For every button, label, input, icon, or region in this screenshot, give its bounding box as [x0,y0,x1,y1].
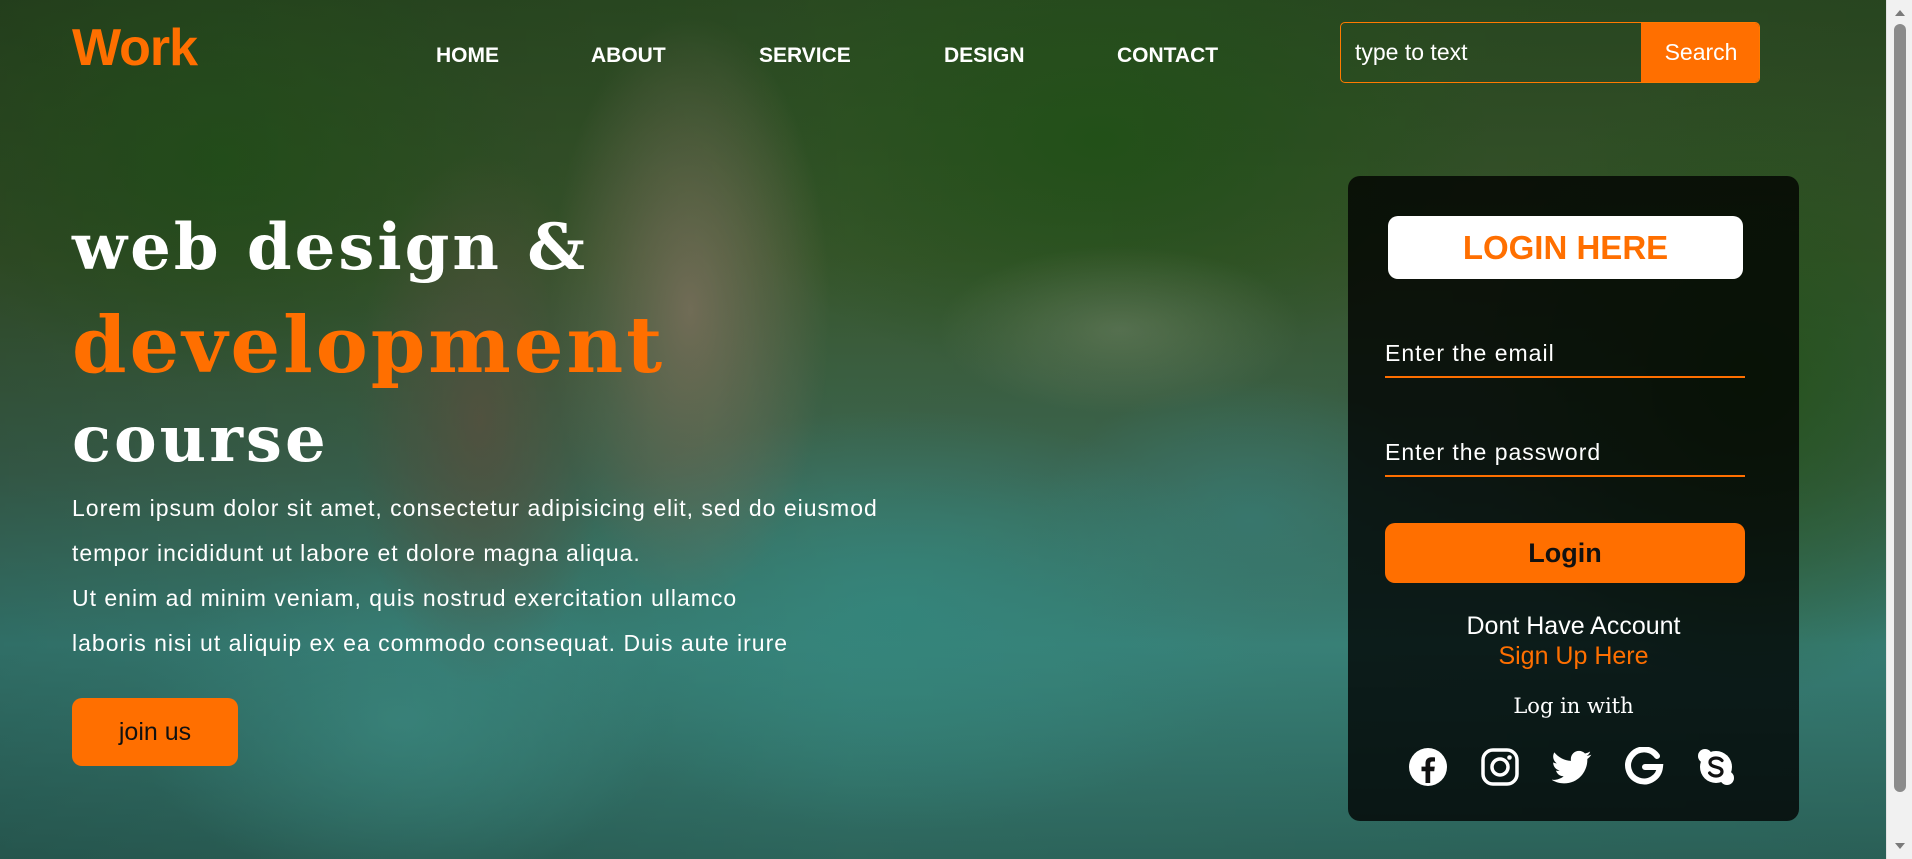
nav-home[interactable]: HOME [436,44,499,68]
email-field[interactable] [1385,330,1745,378]
instagram-icon[interactable] [1480,747,1520,787]
login-with-label: Log in with [1513,694,1634,718]
nav-about[interactable]: ABOUT [591,44,666,68]
site-logo[interactable]: Work [72,18,198,78]
hero-paragraph: Lorem ipsum dolor sit amet, consectetur … [72,486,992,666]
scroll-down-icon[interactable] [1895,843,1905,849]
search-input[interactable] [1341,23,1641,82]
page-scrollbar[interactable] [1886,0,1912,859]
facebook-icon[interactable] [1408,747,1448,787]
hero-title-line-3: course [72,402,329,477]
hero-paragraph-line: laboris nisi ut aliquip ex ea commodo co… [72,630,789,656]
hero-paragraph-line: Ut enim ad minim veniam, quis nostrud ex… [72,585,738,611]
account-prompt: Dont Have Account [1466,612,1681,640]
skype-icon[interactable] [1696,747,1736,787]
join-us-button[interactable]: join us [72,698,238,766]
login-title: LOGIN HERE [1388,216,1743,279]
login-button[interactable]: Login [1385,523,1745,583]
nav-design[interactable]: DESIGN [944,44,1025,68]
hero-title-line-2: development [72,300,666,391]
scroll-up-icon[interactable] [1895,10,1905,16]
hero-title-line-1: web design & [72,210,588,285]
hero-paragraph-line: tempor incididunt ut labore et dolore ma… [72,540,641,566]
scroll-thumb[interactable] [1894,24,1906,792]
search-button[interactable]: Search [1641,23,1759,82]
search-bar: Search [1340,22,1760,83]
hero-background: Work HOME ABOUT SERVICE DESIGN CONTACT S… [0,0,1886,859]
login-card: LOGIN HERE Login Dont Have Account Sign … [1348,176,1799,821]
nav-contact[interactable]: CONTACT [1117,44,1218,68]
signup-link[interactable]: Sign Up Here [1348,642,1799,671]
nav-service[interactable]: SERVICE [759,44,851,68]
hero-paragraph-line: Lorem ipsum dolor sit amet, consectetur … [72,495,878,521]
password-field[interactable] [1385,429,1745,477]
google-icon[interactable] [1624,747,1664,787]
twitter-icon[interactable] [1552,747,1592,787]
